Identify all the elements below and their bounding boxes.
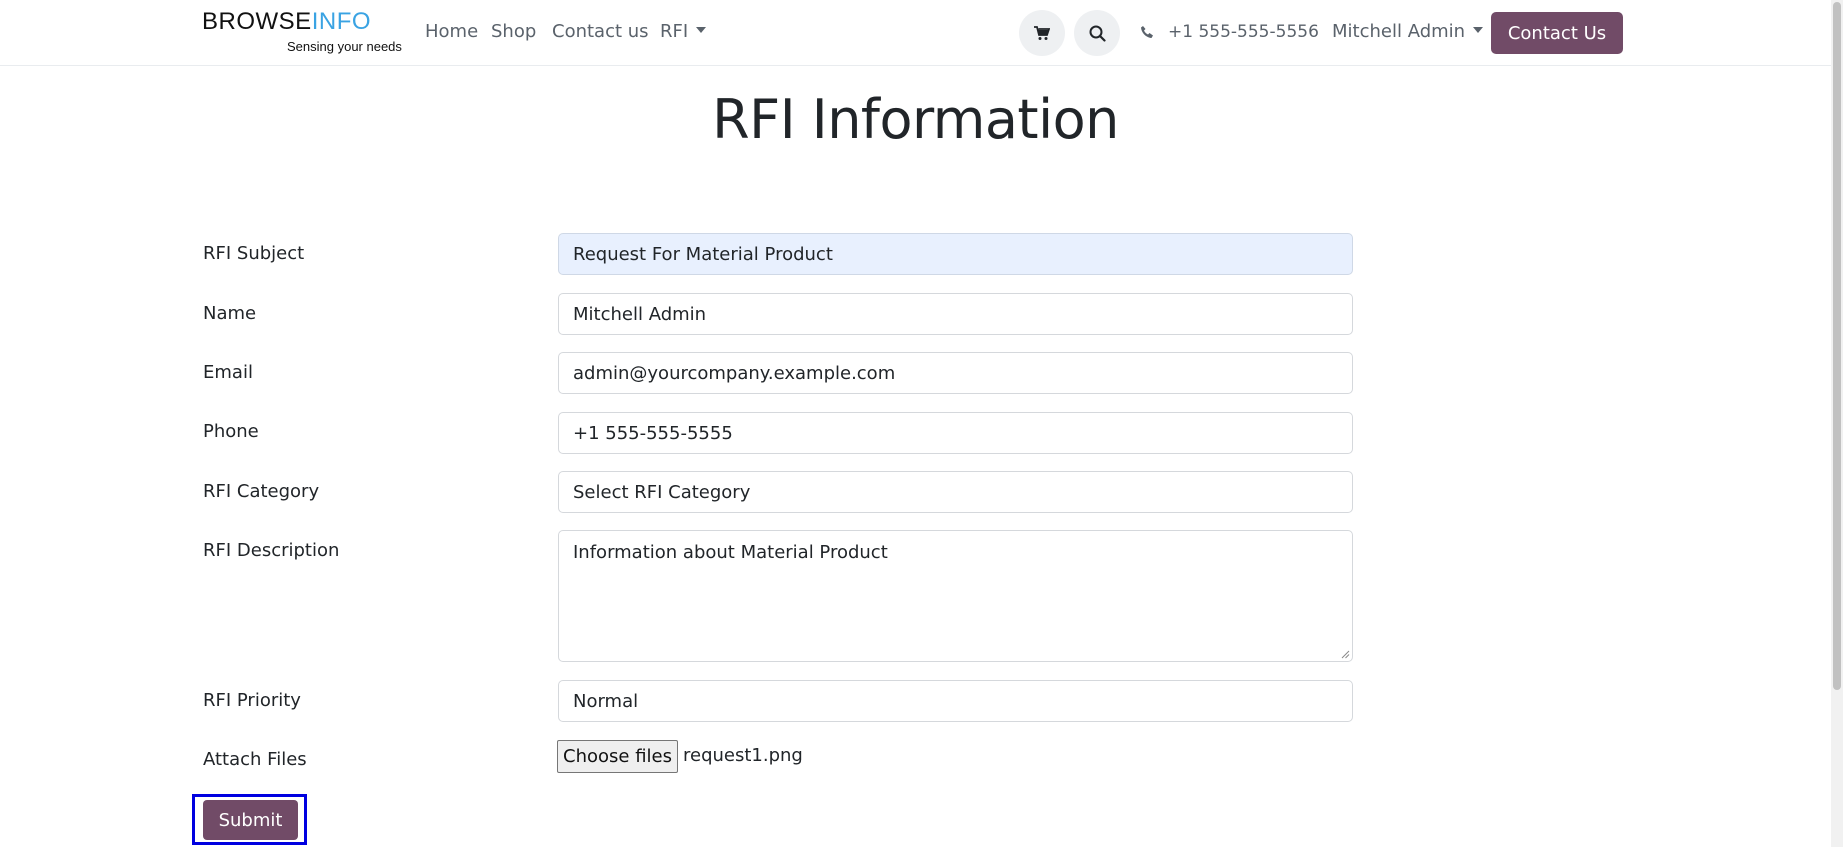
submit-button[interactable]: Submit bbox=[203, 800, 298, 840]
search-icon bbox=[1089, 25, 1106, 42]
email-label: Email bbox=[203, 362, 253, 383]
nav-home[interactable]: Home bbox=[425, 21, 478, 42]
scrollbar-thumb[interactable] bbox=[1833, 2, 1841, 690]
rfi-description-label: RFI Description bbox=[203, 540, 340, 561]
phone-icon bbox=[1141, 26, 1153, 38]
attach-files-label: Attach Files bbox=[203, 749, 307, 770]
chevron-down-icon bbox=[696, 27, 707, 33]
nav-rfi-label: RFI bbox=[660, 21, 689, 42]
name-input[interactable]: Mitchell Admin bbox=[558, 293, 1353, 335]
page-scrollbar[interactable] bbox=[1831, 0, 1843, 847]
nav-contact-us[interactable]: Contact us bbox=[552, 21, 649, 42]
cart-button[interactable] bbox=[1019, 10, 1065, 56]
resize-handle-icon[interactable] bbox=[1340, 649, 1350, 659]
choose-files-button[interactable]: Choose files bbox=[557, 740, 678, 773]
logo-tagline: Sensing your needs bbox=[287, 39, 402, 54]
rfi-category-label: RFI Category bbox=[203, 481, 320, 502]
attached-file-name: request1.png bbox=[683, 745, 803, 766]
browseinfo-logo[interactable]: BROWSEINFO Sensing your needs bbox=[202, 8, 402, 56]
logo-wordmark: BROWSEINFO bbox=[202, 8, 372, 35]
search-button[interactable] bbox=[1074, 10, 1120, 56]
user-name: Mitchell Admin bbox=[1332, 21, 1466, 42]
contact-us-button[interactable]: Contact Us bbox=[1491, 12, 1623, 54]
header-phone-number: +1 555-555-5556 bbox=[1168, 22, 1319, 42]
nav-shop[interactable]: Shop bbox=[491, 21, 536, 42]
page-title: RFI Information bbox=[712, 88, 1119, 151]
site-header: BROWSEINFO Sensing your needs Home Shop … bbox=[0, 0, 1831, 66]
rfi-priority-label: RFI Priority bbox=[203, 690, 301, 711]
user-menu[interactable]: Mitchell Admin bbox=[1332, 21, 1484, 42]
phone-input[interactable]: +1 555-555-5555 bbox=[558, 412, 1353, 454]
chevron-down-icon bbox=[1473, 27, 1484, 33]
rfi-category-select[interactable]: Select RFI Category bbox=[558, 471, 1353, 513]
nav-rfi-dropdown[interactable]: RFI bbox=[660, 21, 707, 42]
phone-label: Phone bbox=[203, 421, 259, 442]
cart-icon bbox=[1034, 25, 1050, 40]
rfi-priority-select[interactable]: Normal bbox=[558, 680, 1353, 722]
rfi-subject-input[interactable]: Request For Material Product bbox=[558, 233, 1353, 275]
rfi-description-textarea[interactable]: Information about Material Product bbox=[558, 530, 1353, 662]
email-input[interactable]: admin@yourcompany.example.com bbox=[558, 352, 1353, 394]
header-phone[interactable]: +1 555-555-5556 bbox=[1140, 22, 1319, 42]
rfi-subject-label: RFI Subject bbox=[203, 243, 305, 264]
rfi-description-text: Information about Material Product bbox=[573, 542, 888, 563]
name-label: Name bbox=[203, 303, 257, 324]
